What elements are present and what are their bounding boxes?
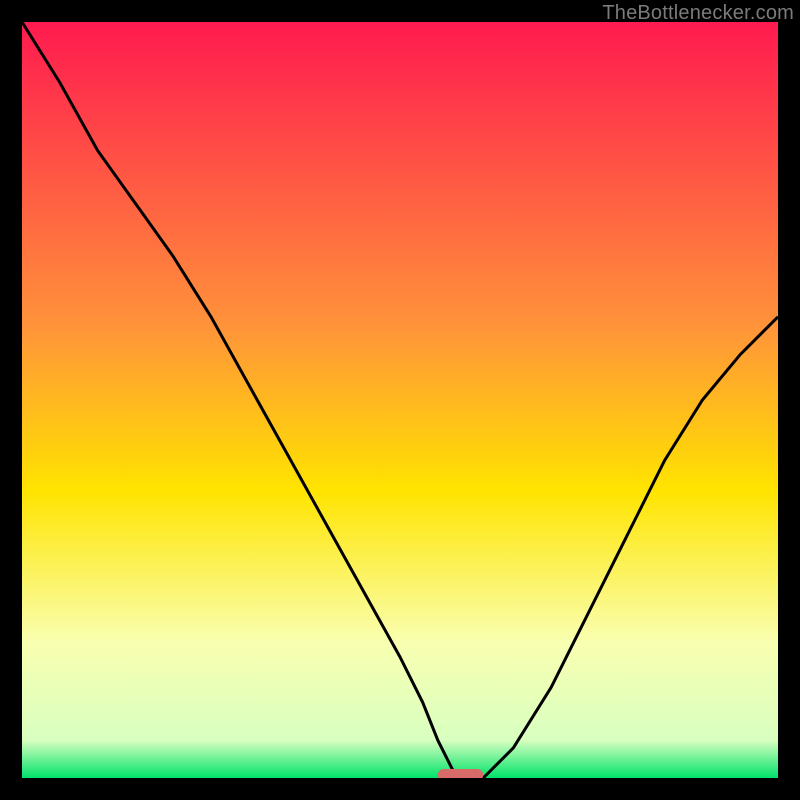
bottleneck-chart bbox=[22, 22, 778, 778]
gradient-background bbox=[22, 22, 778, 778]
attribution-label: TheBottlenecker.com bbox=[602, 2, 794, 25]
optimal-marker bbox=[438, 769, 483, 778]
chart-frame bbox=[22, 22, 778, 778]
